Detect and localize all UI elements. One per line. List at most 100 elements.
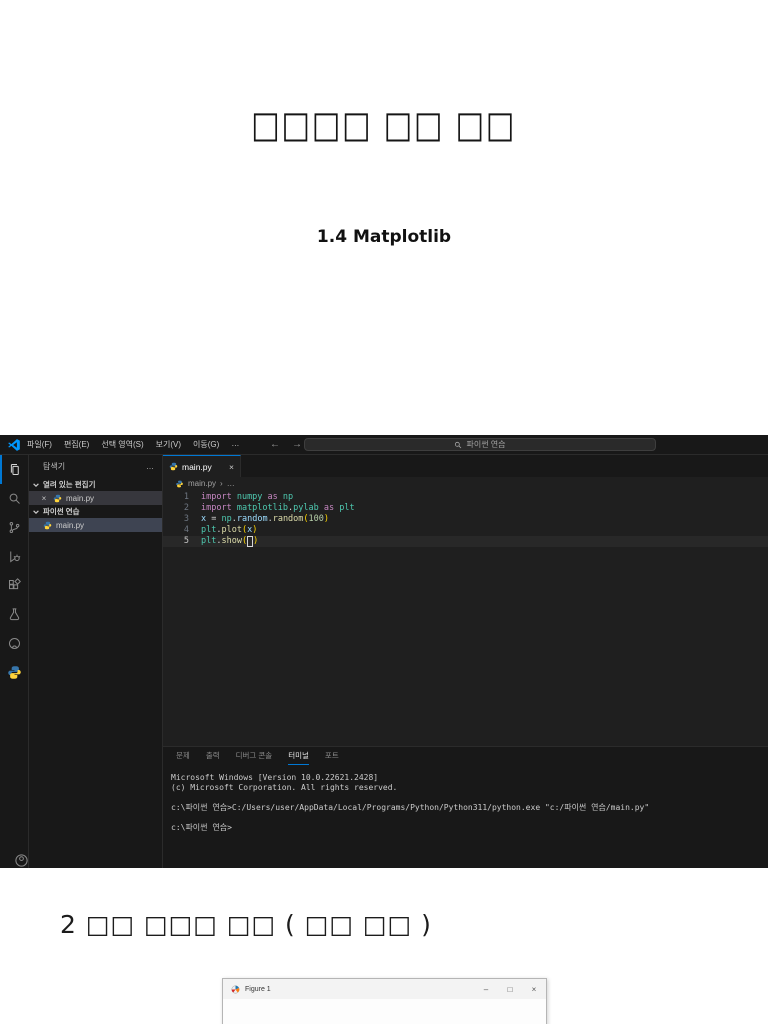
explorer-sidebar: 탐색기 … 열려 있는 편집기 × main.py: [29, 455, 163, 868]
code-line-1: 1 import numpy as np: [163, 492, 768, 503]
line-number: 2: [163, 503, 189, 514]
python-extension-icon[interactable]: [0, 658, 29, 687]
line-number: 5: [163, 536, 189, 547]
menu-edit[interactable]: 편집(E): [64, 439, 89, 450]
panel-tab-terminal[interactable]: 터미널: [288, 747, 309, 765]
menu-file[interactable]: 파일(F): [27, 439, 52, 450]
code-line-4: 4 plt.plot(x): [163, 525, 768, 536]
figure-window: Figure 1 – □ ×: [222, 978, 547, 1024]
code-token: random: [237, 514, 268, 525]
source-control-icon[interactable]: [0, 513, 29, 542]
back-arrow-icon[interactable]: ←: [270, 439, 280, 450]
panel-tab-ports[interactable]: 포트: [325, 747, 339, 765]
terminal-line: c:\파이썬 연습>C:/Users/user/AppData/Local/Pr…: [171, 803, 768, 813]
menu-view[interactable]: 보기(V): [156, 439, 181, 450]
github-icon[interactable]: [0, 629, 29, 658]
code-token: np: [283, 492, 293, 503]
code-line-3: 3 x = np.random.random(100): [163, 514, 768, 525]
maximize-icon[interactable]: □: [498, 985, 522, 994]
explorer-title: 탐색기: [43, 461, 65, 472]
figure-title: Figure 1: [245, 986, 271, 993]
code-token: numpy: [237, 492, 263, 503]
terminal-line: [171, 813, 768, 823]
panel-tab-bar: 문제 출력 디버그 콘솔 터미널 포트: [163, 747, 768, 765]
code-token: ): [253, 536, 258, 547]
code-token: ): [324, 514, 329, 525]
testing-icon[interactable]: [0, 600, 29, 629]
terminal-output[interactable]: Microsoft Windows [Version 10.0.22621.24…: [163, 765, 768, 868]
tab-label: main.py: [182, 462, 212, 472]
python-file-icon: [169, 462, 178, 471]
breadcrumb-more: …: [227, 479, 235, 488]
code-token: plt: [201, 536, 216, 547]
line-number: 1: [163, 492, 189, 503]
search-sidebar-icon[interactable]: [0, 484, 29, 513]
extensions-icon[interactable]: [0, 571, 29, 600]
bottom-panel: 문제 출력 디버그 콘솔 터미널 포트 Microsoft Windows [V…: [163, 746, 768, 868]
line-number: 3: [163, 514, 189, 525]
chevron-down-icon: [32, 508, 40, 516]
code-token: as: [262, 492, 282, 503]
command-search-box[interactable]: 파이썬 연습: [304, 438, 656, 451]
page-subtitle: 1.4 Matplotlib: [0, 227, 768, 247]
terminal-line: [171, 793, 768, 803]
python-file-icon: [53, 494, 62, 503]
code-token: import: [201, 492, 237, 503]
workspace-folder-label: 파이썬 연습: [43, 506, 80, 517]
close-icon[interactable]: ×: [39, 494, 49, 503]
open-editor-item-mainpy[interactable]: × main.py: [29, 491, 162, 505]
explorer-icon[interactable]: [0, 455, 29, 484]
panel-tab-debug-console[interactable]: 디버그 콘솔: [236, 747, 273, 765]
open-editor-filename: main.py: [66, 494, 94, 503]
forward-arrow-icon[interactable]: →: [292, 439, 302, 450]
breadcrumb-separator: ›: [220, 479, 223, 488]
code-token: random: [273, 514, 304, 525]
tab-close-icon[interactable]: ×: [229, 462, 234, 472]
menu-go[interactable]: 이동(G): [193, 439, 219, 450]
terminal-line: c:\파이썬 연습>: [171, 823, 768, 833]
history-nav: ← →: [270, 439, 302, 450]
vscode-logo-icon: [7, 438, 21, 452]
minimize-icon[interactable]: –: [474, 985, 498, 994]
run-debug-icon[interactable]: [0, 542, 29, 571]
tab-mainpy[interactable]: main.py ×: [163, 455, 241, 477]
code-token: matplotlib: [237, 503, 288, 514]
panel-tab-problems[interactable]: 문제: [176, 747, 190, 765]
python-file-icon: [175, 480, 184, 488]
editor-tab-bar: main.py ×: [163, 455, 768, 477]
section-heading: 2 □□ □□□ □□ ( □□ □□ ): [60, 910, 432, 939]
code-token: plot: [221, 525, 241, 536]
vscode-titlebar: 파일(F) 편집(E) 선택 영역(S) 보기(V) 이동(G) … ← → 파…: [0, 435, 768, 455]
open-editors-section[interactable]: 열려 있는 편집기: [29, 478, 162, 491]
menu-bar: 파일(F) 편집(E) 선택 영역(S) 보기(V) 이동(G) …: [27, 439, 239, 450]
code-token: =: [206, 514, 221, 525]
explorer-more-icon[interactable]: …: [146, 462, 154, 471]
python-file-icon: [43, 521, 52, 530]
close-icon[interactable]: ×: [522, 985, 546, 994]
code-token: pylab: [293, 503, 319, 514]
figure-window-controls: – □ ×: [474, 985, 546, 994]
breadcrumb-file: main.py: [188, 479, 216, 488]
terminal-line: Microsoft Windows [Version 10.0.22621.24…: [171, 773, 768, 783]
menu-selection[interactable]: 선택 영역(S): [101, 439, 143, 450]
line-number: 4: [163, 525, 189, 536]
menu-more[interactable]: …: [231, 439, 239, 450]
code-editor[interactable]: 1 import numpy as np 2 import matplotlib…: [163, 490, 768, 746]
code-token: plt: [201, 525, 216, 536]
code-token: as: [319, 503, 339, 514]
matplotlib-logo-icon: [231, 985, 240, 994]
breadcrumb[interactable]: main.py › …: [163, 477, 768, 490]
code-token: np: [221, 514, 231, 525]
editor-group: main.py × main.py › … 1 imp: [163, 455, 768, 868]
terminal-line: (c) Microsoft Corporation. All rights re…: [171, 783, 768, 793]
figure-titlebar: Figure 1 – □ ×: [223, 979, 546, 999]
search-icon: [454, 441, 462, 449]
workspace-folder-section[interactable]: 파이썬 연습: [29, 505, 162, 518]
code-token: ): [252, 525, 257, 536]
chevron-down-icon: [32, 481, 40, 489]
file-item-mainpy[interactable]: main.py: [29, 518, 162, 532]
code-token: plt: [339, 503, 354, 514]
code-token: 100: [309, 514, 324, 525]
panel-tab-output[interactable]: 출력: [206, 747, 220, 765]
account-icon[interactable]: [7, 846, 36, 875]
